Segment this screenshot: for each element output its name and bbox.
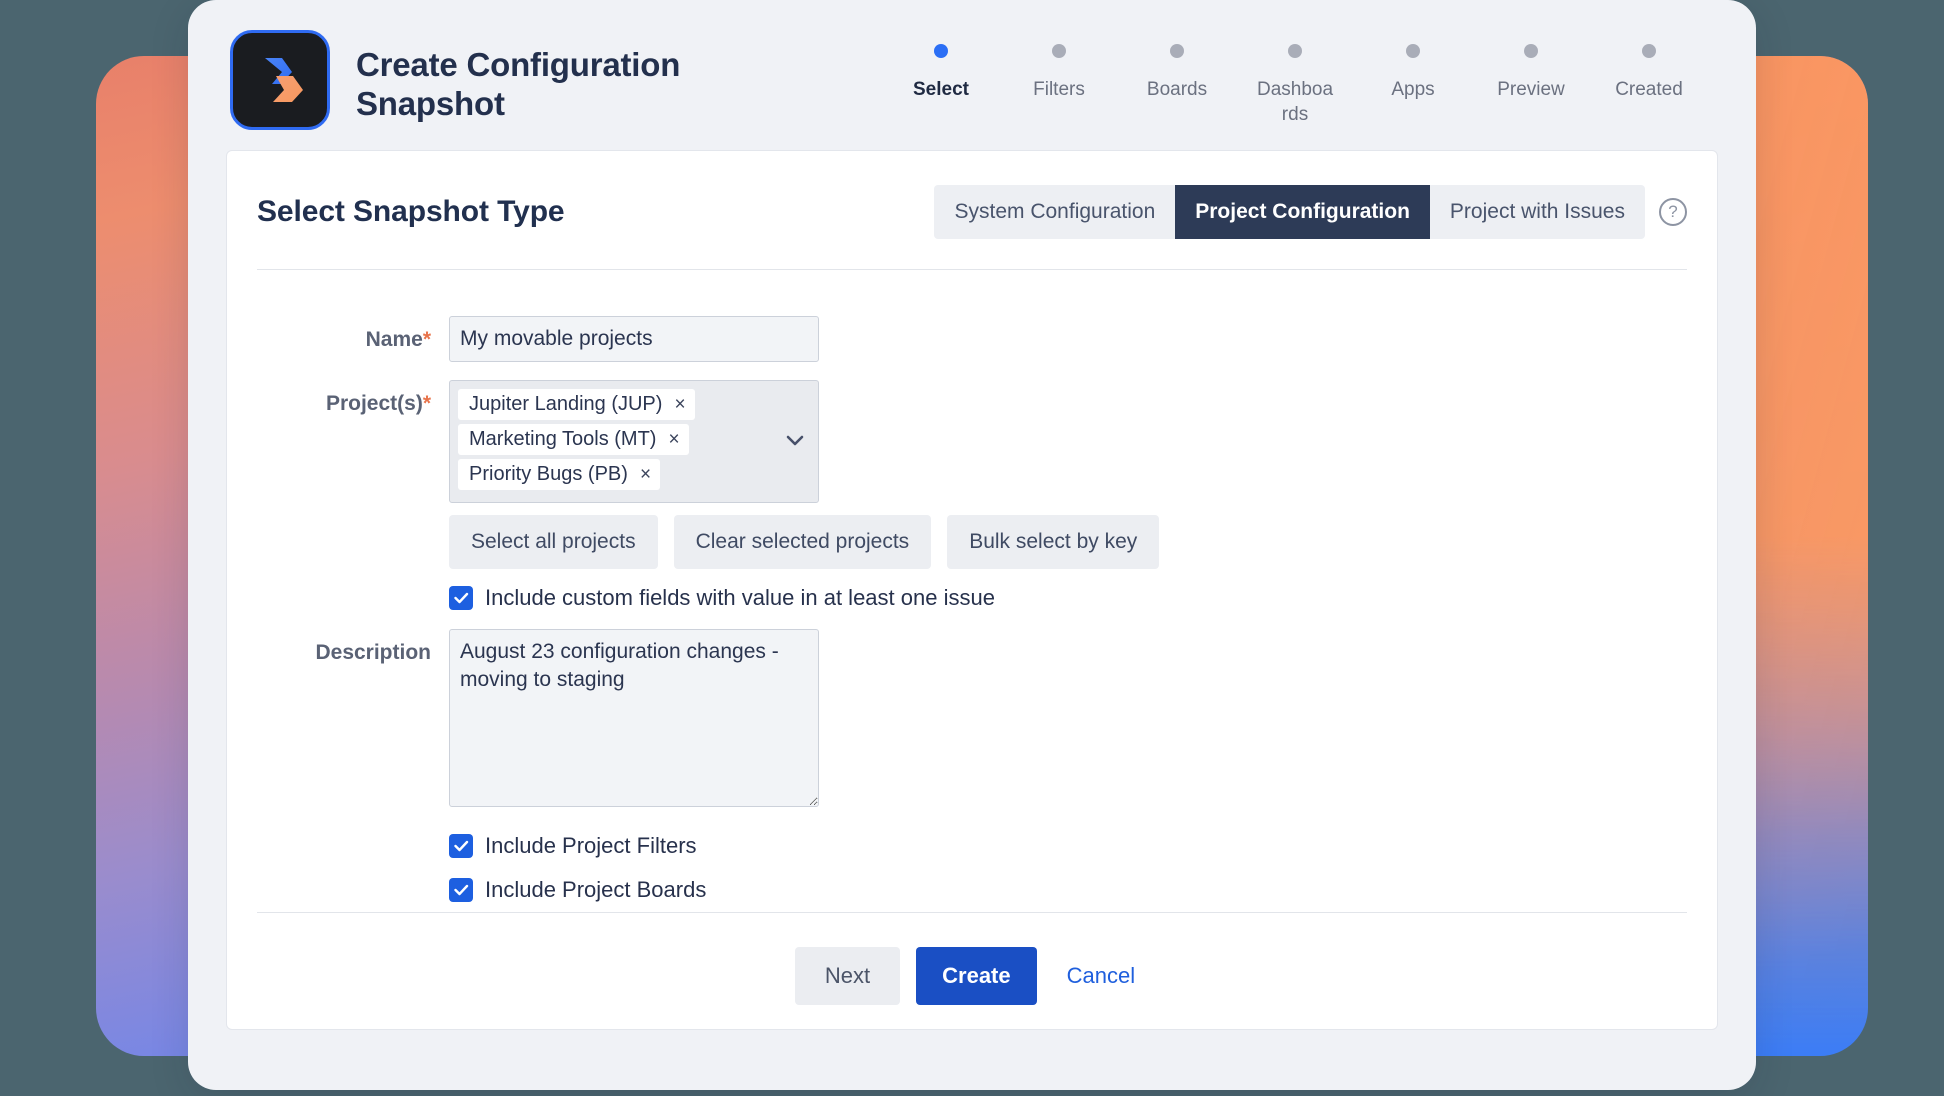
step-apps[interactable]: Apps	[1354, 44, 1472, 127]
snapshot-form-card: Select Snapshot Type System Configuratio…	[226, 150, 1718, 1030]
snapshot-type-tabs-wrap: System Configuration Project Configurati…	[934, 185, 1687, 239]
step-dot-icon	[1524, 44, 1538, 58]
select-all-projects-button[interactable]: Select all projects	[449, 515, 658, 569]
clear-selected-projects-button[interactable]: Clear selected projects	[674, 515, 932, 569]
chevron-down-icon[interactable]	[786, 432, 804, 452]
page-title: Create Configuration Snapshot	[356, 30, 686, 123]
snapshot-chevron-icon	[252, 52, 308, 108]
projects-label: Project(s)*	[257, 380, 449, 416]
custom-fields-check-row: Include custom fields with value in at l…	[449, 585, 1159, 611]
step-filters[interactable]: Filters	[1000, 44, 1118, 127]
step-label: Select	[913, 77, 969, 102]
include-project-boards-checkbox[interactable]	[449, 878, 473, 902]
projects-multiselect[interactable]: Jupiter Landing (JUP) × Marketing Tools …	[449, 380, 819, 503]
step-dot-icon	[1406, 44, 1420, 58]
app-logo	[230, 30, 330, 130]
field-row-name: Name*	[257, 316, 1687, 362]
step-label: Created	[1615, 77, 1683, 102]
step-dot-icon	[1642, 44, 1656, 58]
projects-label-text: Project(s)	[326, 392, 423, 415]
create-button[interactable]: Create	[916, 947, 1036, 1005]
card-footer: Next Create Cancel	[257, 912, 1687, 1005]
tab-system-configuration[interactable]: System Configuration	[934, 185, 1175, 239]
step-label: Dashboards	[1256, 77, 1334, 127]
include-options: Include Project Filters Include Project …	[257, 833, 1687, 903]
section-title: Select Snapshot Type	[257, 195, 565, 229]
step-boards[interactable]: Boards	[1118, 44, 1236, 127]
help-icon[interactable]: ?	[1659, 198, 1687, 226]
include-project-boards-label: Include Project Boards	[485, 877, 706, 903]
app-window: Create Configuration Snapshot Select Fil…	[188, 0, 1756, 1090]
chevron-down-glyph	[786, 435, 804, 447]
snapshot-form: Name* Project(s)* Jupiter Landing (JUP) …	[257, 270, 1687, 903]
field-row-projects: Project(s)* Jupiter Landing (JUP) × Mark…	[257, 380, 1687, 611]
step-dot-icon	[934, 44, 948, 58]
card-header: Select Snapshot Type System Configuratio…	[257, 151, 1687, 269]
include-project-filters-checkbox[interactable]	[449, 834, 473, 858]
name-input[interactable]	[449, 316, 819, 362]
custom-fields-checkbox-label: Include custom fields with value in at l…	[485, 585, 995, 611]
include-project-boards-row: Include Project Boards	[449, 877, 1669, 903]
check-icon	[454, 592, 469, 604]
progress-stepper: Select Filters Boards Dashboards Apps Pr…	[712, 30, 1716, 127]
step-dot-icon	[1288, 44, 1302, 58]
project-tag[interactable]: Jupiter Landing (JUP) ×	[458, 389, 695, 420]
project-tag-label: Jupiter Landing (JUP)	[469, 393, 662, 416]
required-marker: *	[423, 392, 431, 415]
include-project-filters-label: Include Project Filters	[485, 833, 697, 859]
step-label: Boards	[1147, 77, 1207, 102]
step-created[interactable]: Created	[1590, 44, 1708, 127]
remove-tag-icon[interactable]: ×	[674, 394, 685, 416]
step-dot-icon	[1052, 44, 1066, 58]
check-icon	[454, 884, 469, 896]
footer-actions: Next Create Cancel	[257, 913, 1687, 1005]
project-actions: Select all projects Clear selected proje…	[449, 515, 1159, 569]
name-label-text: Name	[366, 328, 423, 351]
tab-project-configuration[interactable]: Project Configuration	[1175, 185, 1430, 239]
next-button[interactable]: Next	[795, 947, 900, 1005]
step-dashboards[interactable]: Dashboards	[1236, 44, 1354, 127]
tab-project-with-issues[interactable]: Project with Issues	[1430, 185, 1645, 239]
cancel-button[interactable]: Cancel	[1053, 947, 1149, 1005]
remove-tag-icon[interactable]: ×	[668, 429, 679, 451]
project-tag[interactable]: Marketing Tools (MT) ×	[458, 424, 689, 455]
project-tag[interactable]: Priority Bugs (PB) ×	[458, 459, 660, 490]
step-select[interactable]: Select	[882, 44, 1000, 127]
step-label: Apps	[1391, 77, 1434, 102]
name-label: Name*	[257, 316, 449, 352]
custom-fields-checkbox[interactable]	[449, 586, 473, 610]
description-label: Description	[257, 629, 449, 665]
project-tag-label: Priority Bugs (PB)	[469, 463, 628, 486]
snapshot-type-tabs: System Configuration Project Configurati…	[934, 185, 1645, 239]
check-icon	[454, 840, 469, 852]
include-project-filters-row: Include Project Filters	[449, 833, 1669, 859]
remove-tag-icon[interactable]: ×	[640, 464, 651, 486]
app-header: Create Configuration Snapshot Select Fil…	[188, 0, 1756, 146]
required-marker: *	[423, 328, 431, 351]
bulk-select-by-key-button[interactable]: Bulk select by key	[947, 515, 1159, 569]
field-row-description: Description	[257, 629, 1687, 807]
step-preview[interactable]: Preview	[1472, 44, 1590, 127]
project-tag-label: Marketing Tools (MT)	[469, 428, 656, 451]
step-label: Filters	[1033, 77, 1085, 102]
description-textarea[interactable]	[449, 629, 819, 807]
step-dot-icon	[1170, 44, 1184, 58]
step-label: Preview	[1497, 77, 1565, 102]
